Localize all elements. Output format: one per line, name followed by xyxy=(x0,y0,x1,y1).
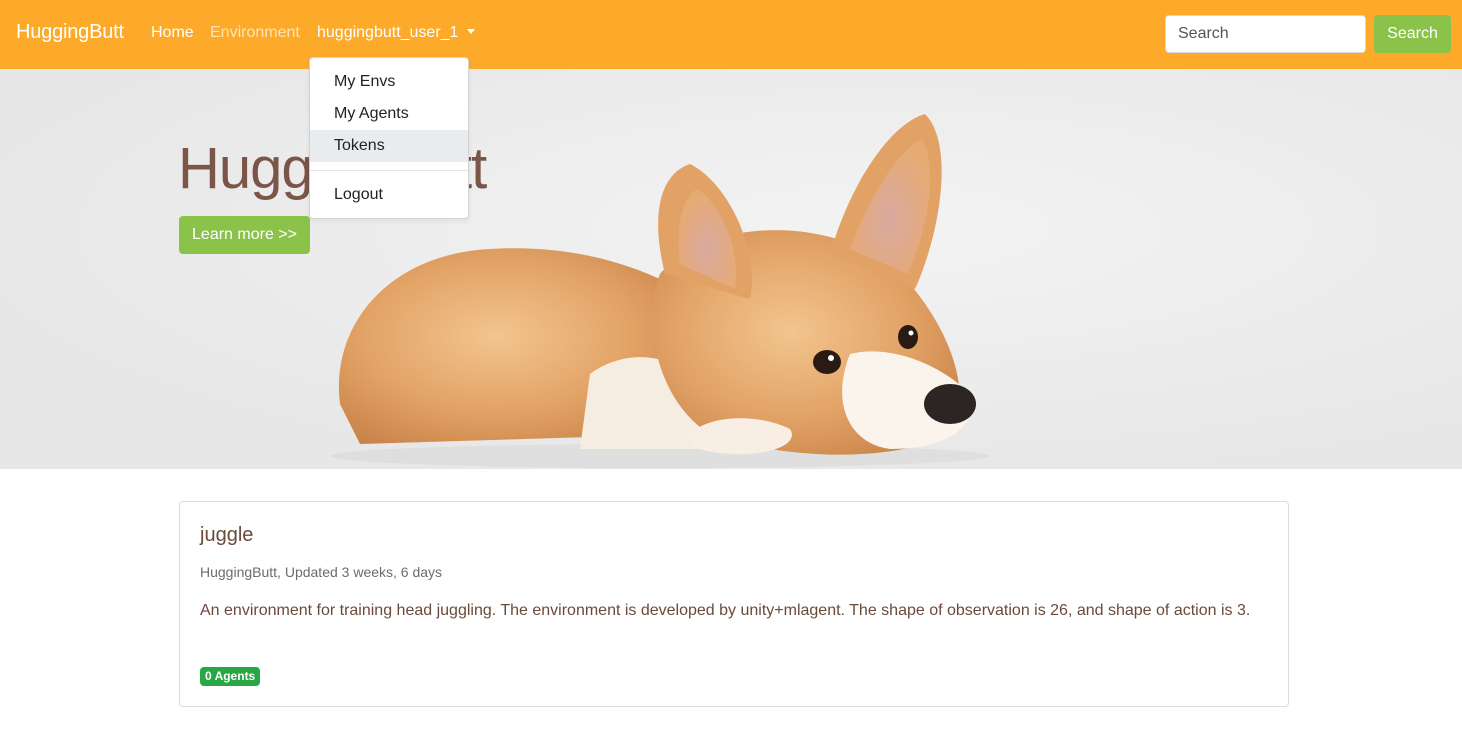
dropdown-divider xyxy=(310,170,468,171)
top-navbar: HuggingButt Home Environment huggingbutt… xyxy=(0,0,1462,69)
card-title[interactable]: juggle xyxy=(200,524,253,547)
dropdown-item-my-agents[interactable]: My Agents xyxy=(310,98,468,130)
user-dropdown-menu: My Envs My Agents Tokens Logout xyxy=(309,57,469,219)
dropdown-item-tokens[interactable]: Tokens xyxy=(310,130,468,162)
caret-down-icon xyxy=(467,29,476,34)
learn-more-button[interactable]: Learn more >> xyxy=(179,216,310,254)
dropdown-item-my-envs[interactable]: My Envs xyxy=(310,66,468,98)
nav-home-link[interactable]: Home xyxy=(151,24,194,42)
nav-environment-link[interactable]: Environment xyxy=(210,24,300,42)
hero-jumbotron: HuggingButt Learn more >> xyxy=(0,69,1462,469)
card-description: An environment for training head jugglin… xyxy=(200,602,1251,619)
agents-count-badge: 0 Agents xyxy=(200,667,261,686)
dropdown-item-logout[interactable]: Logout xyxy=(310,179,468,211)
user-menu-label: huggingbutt_user_1 xyxy=(317,24,459,41)
search-button[interactable]: Search xyxy=(1374,15,1451,53)
brand-link[interactable]: HuggingButt xyxy=(16,21,124,44)
card-meta: HuggingButt, Updated 3 weeks, 6 days xyxy=(200,564,443,580)
environment-card: juggle HuggingButt, Updated 3 weeks, 6 d… xyxy=(179,501,1289,707)
user-menu-toggle[interactable]: huggingbutt_user_1 xyxy=(317,24,476,42)
search-input[interactable] xyxy=(1165,15,1366,53)
